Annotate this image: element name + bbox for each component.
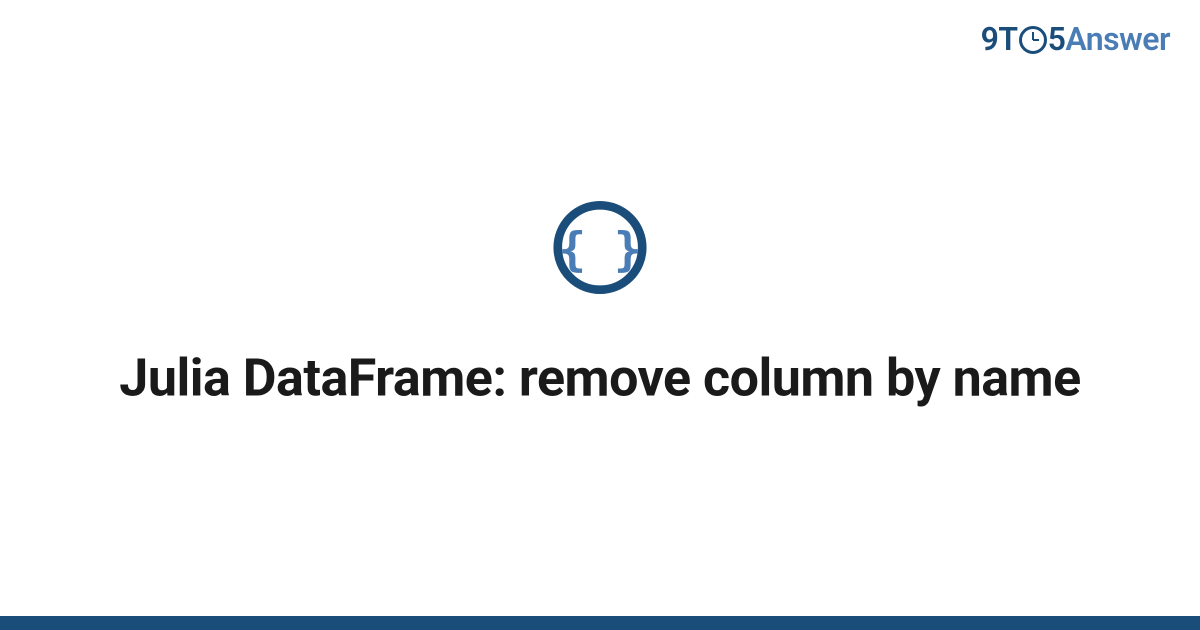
logo-text-answer: Answer xyxy=(1065,20,1170,58)
icon-braces-text: { } xyxy=(558,222,641,276)
bottom-accent-bar xyxy=(0,616,1200,630)
clock-icon xyxy=(1019,26,1047,54)
site-logo: 9T 5Answer xyxy=(981,20,1170,58)
logo-text-9t: 9T xyxy=(981,20,1018,58)
main-content: { } Julia DataFrame: remove column by na… xyxy=(0,200,1200,411)
logo-text-5: 5 xyxy=(1048,20,1066,58)
code-braces-icon: { } xyxy=(552,200,648,296)
page-title: Julia DataFrame: remove column by name xyxy=(60,346,1140,411)
